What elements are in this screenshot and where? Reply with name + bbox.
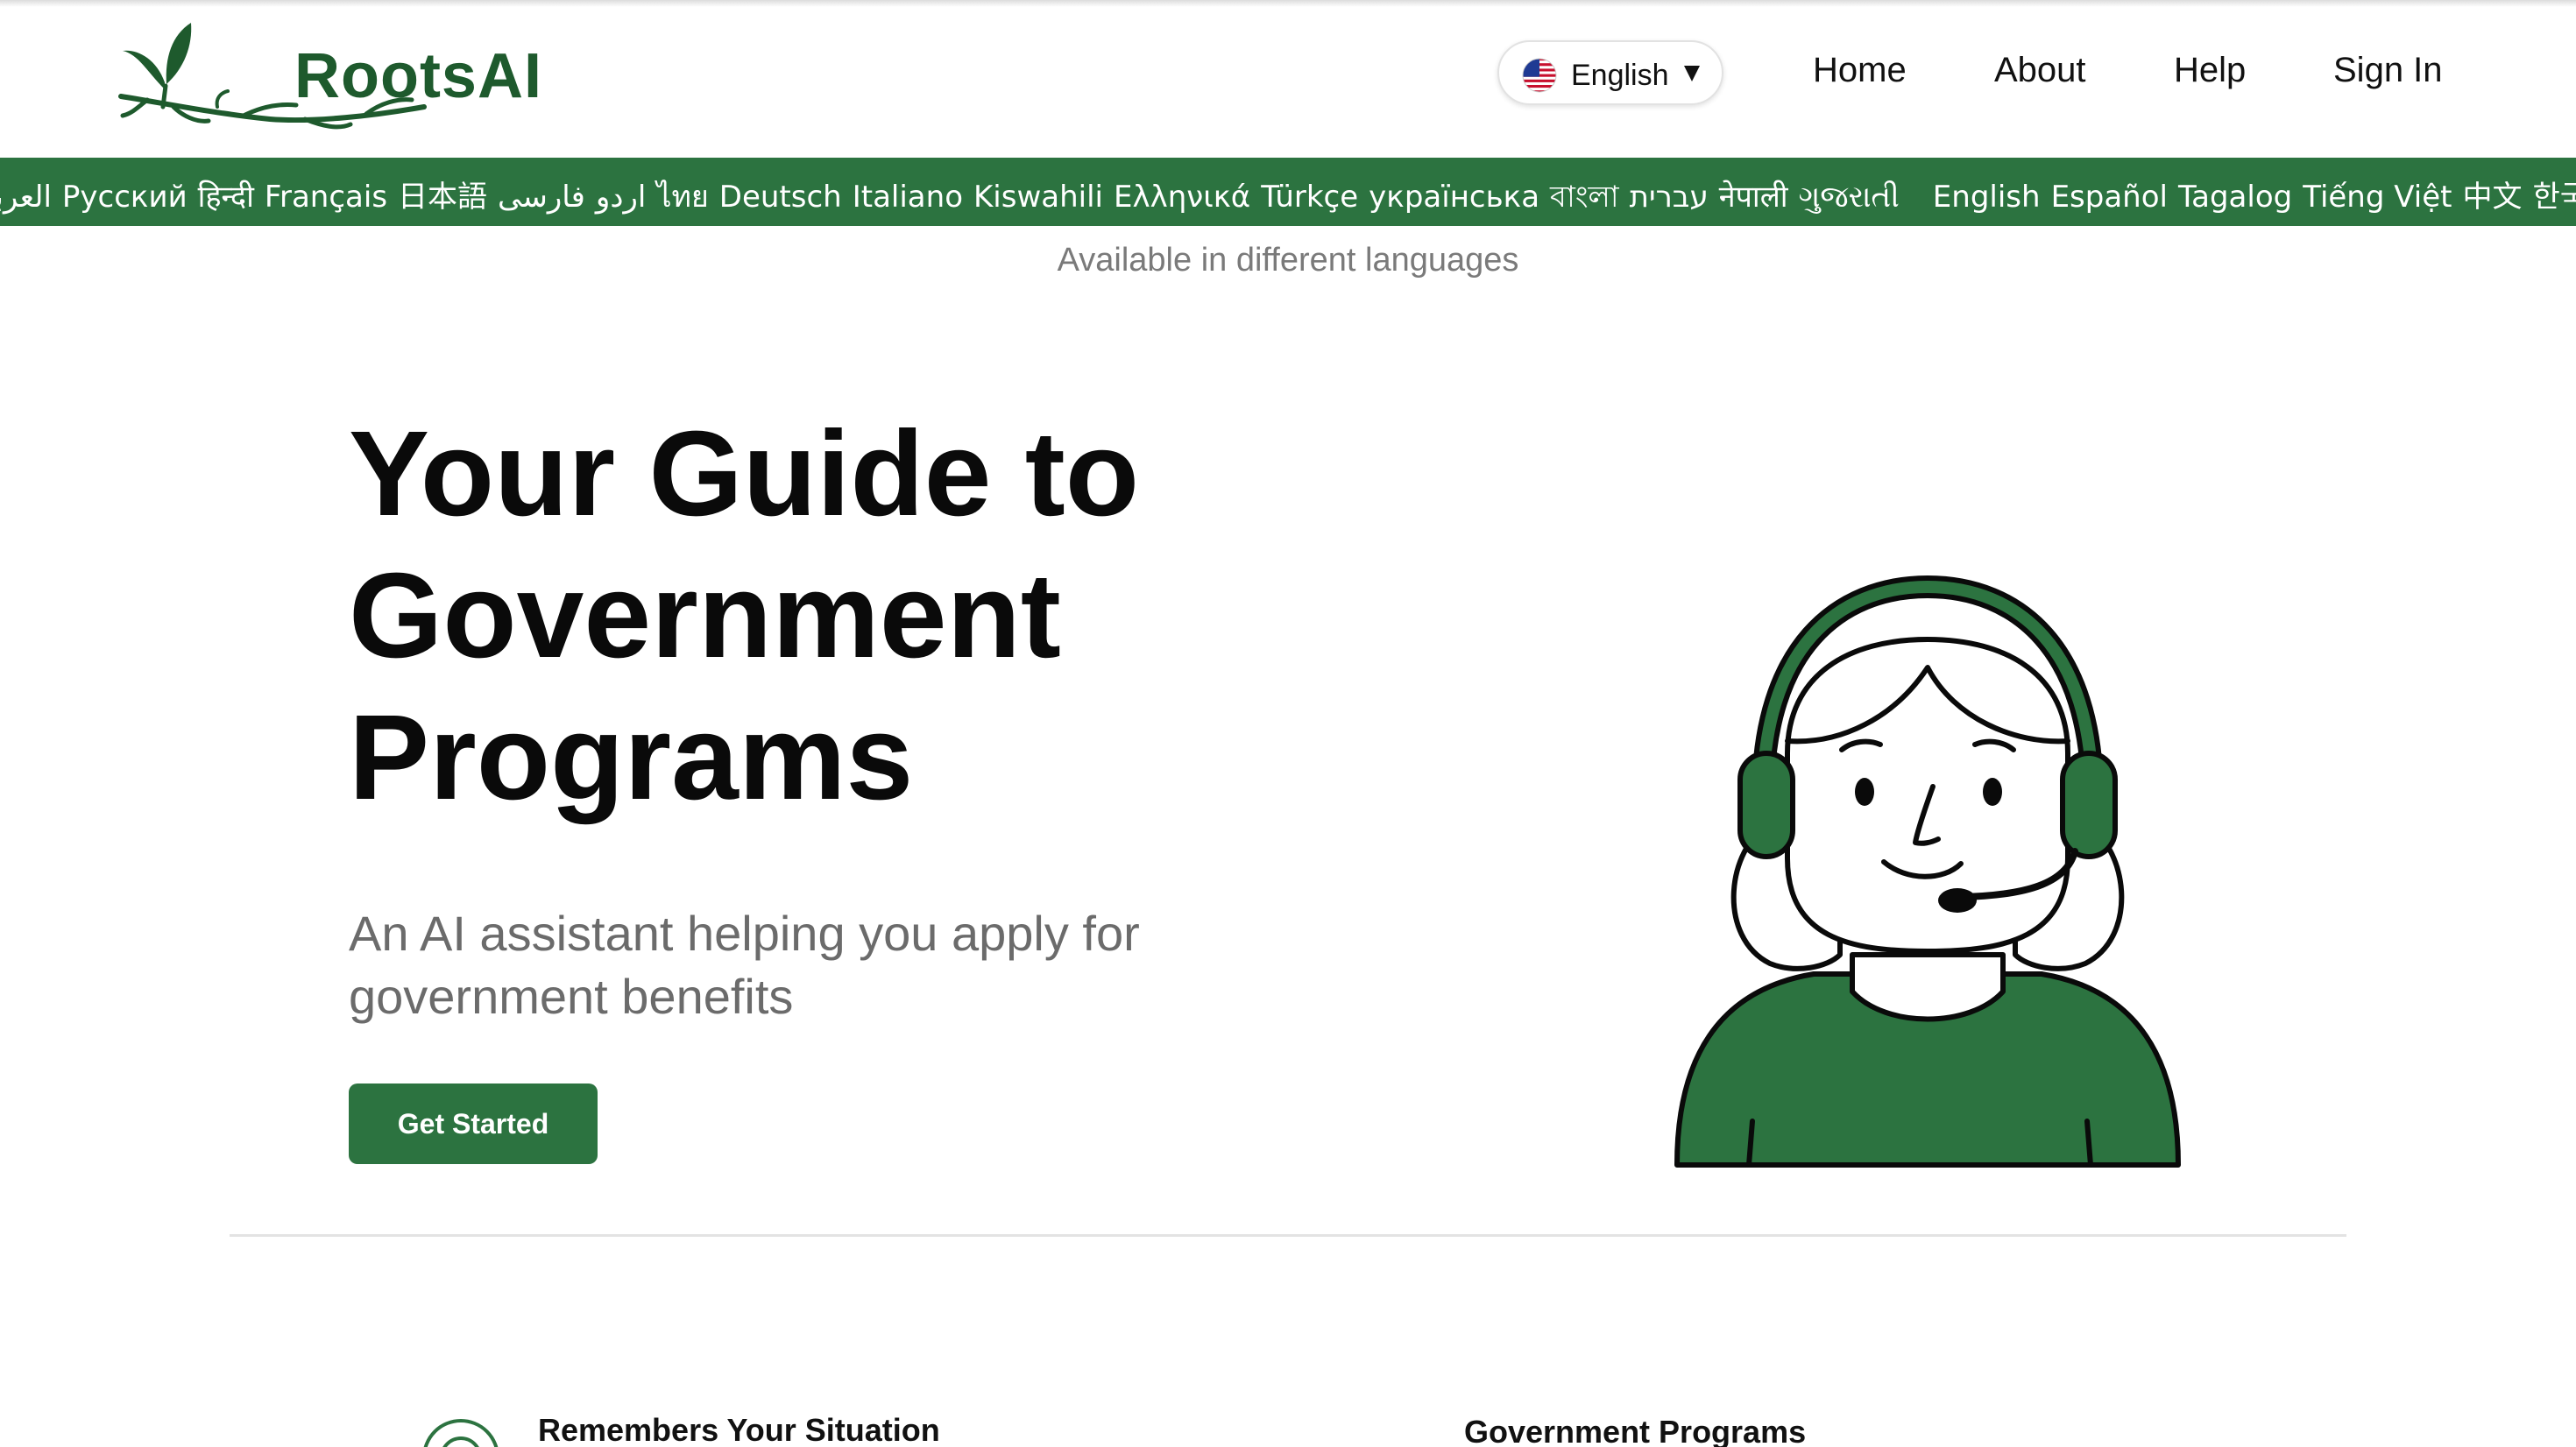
language-select[interactable]: English [1497, 40, 1723, 105]
brand-logo[interactable]: RootsAI [112, 19, 541, 133]
language-chip: 日本語 [398, 180, 488, 215]
language-chip: فارسی [498, 180, 585, 215]
language-chip: українська [1369, 180, 1540, 215]
language-chip: Türkçe [1261, 180, 1359, 215]
caret-down-icon [1684, 66, 1700, 81]
support-agent-headset-illustration [1674, 575, 2181, 1168]
target-icon [423, 1419, 499, 1447]
language-chip: Italiano [852, 180, 963, 215]
hero-title: Your Guide to Government Programs [349, 403, 1400, 829]
language-chip: 한국어 [2532, 180, 2576, 215]
language-chip: Ελληνικά [1114, 180, 1251, 215]
language-chip: Español [2050, 180, 2168, 215]
language-chip: Français [264, 180, 388, 215]
brand-name: RootsAI [294, 41, 542, 111]
top-edge-shadow [0, 0, 2576, 7]
language-chip: Русский [61, 180, 188, 215]
nav-help-link[interactable]: Help [2174, 51, 2246, 90]
us-flag-icon [1522, 58, 1557, 93]
hero-title-line: Government [349, 548, 1061, 683]
feature-title-government-programs: Government Programs [1464, 1414, 1807, 1447]
nav-sign-in-link[interactable]: Sign In [2333, 51, 2443, 90]
languages-caption: Available in different languages [1057, 242, 1519, 279]
hero-title-line: Your Guide to [349, 406, 1140, 541]
landing-page: RootsAI English Home About Help Sign In … [0, 0, 2576, 1447]
language-chip: हिन्दी [197, 180, 254, 215]
language-chip: ગુજરાતી [1798, 180, 1900, 215]
language-marquee-track: العربية Русский हिन्दी Français 日本語 اردو فارسی… [0, 173, 2576, 224]
language-chip: Tagalog [2177, 180, 2293, 215]
section-divider [230, 1234, 2346, 1237]
language-chip: العربية [0, 180, 52, 215]
language-marquee-banner: العربية Русский हिन्दी Français 日本語 اردو فارسی… [0, 158, 2576, 226]
language-chip: 中文 [2462, 180, 2523, 215]
language-select-value: English [1571, 59, 1669, 92]
feature-title-remembers-situation: Remembers Your Situation [538, 1412, 940, 1447]
language-chip: Tiếng Việt [2303, 180, 2452, 215]
language-chip: বাংলা [1550, 180, 1619, 215]
get-started-button[interactable]: Get Started [349, 1083, 598, 1164]
hero-subtitle: An AI assistant helping you apply for go… [349, 906, 1140, 1024]
language-chip: ไทย [656, 180, 709, 215]
language-chip: עברית [1629, 180, 1709, 215]
language-chip: اردو [595, 180, 647, 215]
language-chip: नेपाली [1718, 180, 1788, 215]
nav-home-link[interactable]: Home [1813, 51, 1907, 90]
hero-title-line: Programs [349, 690, 914, 825]
nav-about-link[interactable]: About [1994, 51, 2086, 90]
language-chip: English [1932, 180, 2041, 215]
language-chip: Kiswahili [973, 180, 1103, 215]
language-chip: Deutsch [718, 180, 842, 215]
